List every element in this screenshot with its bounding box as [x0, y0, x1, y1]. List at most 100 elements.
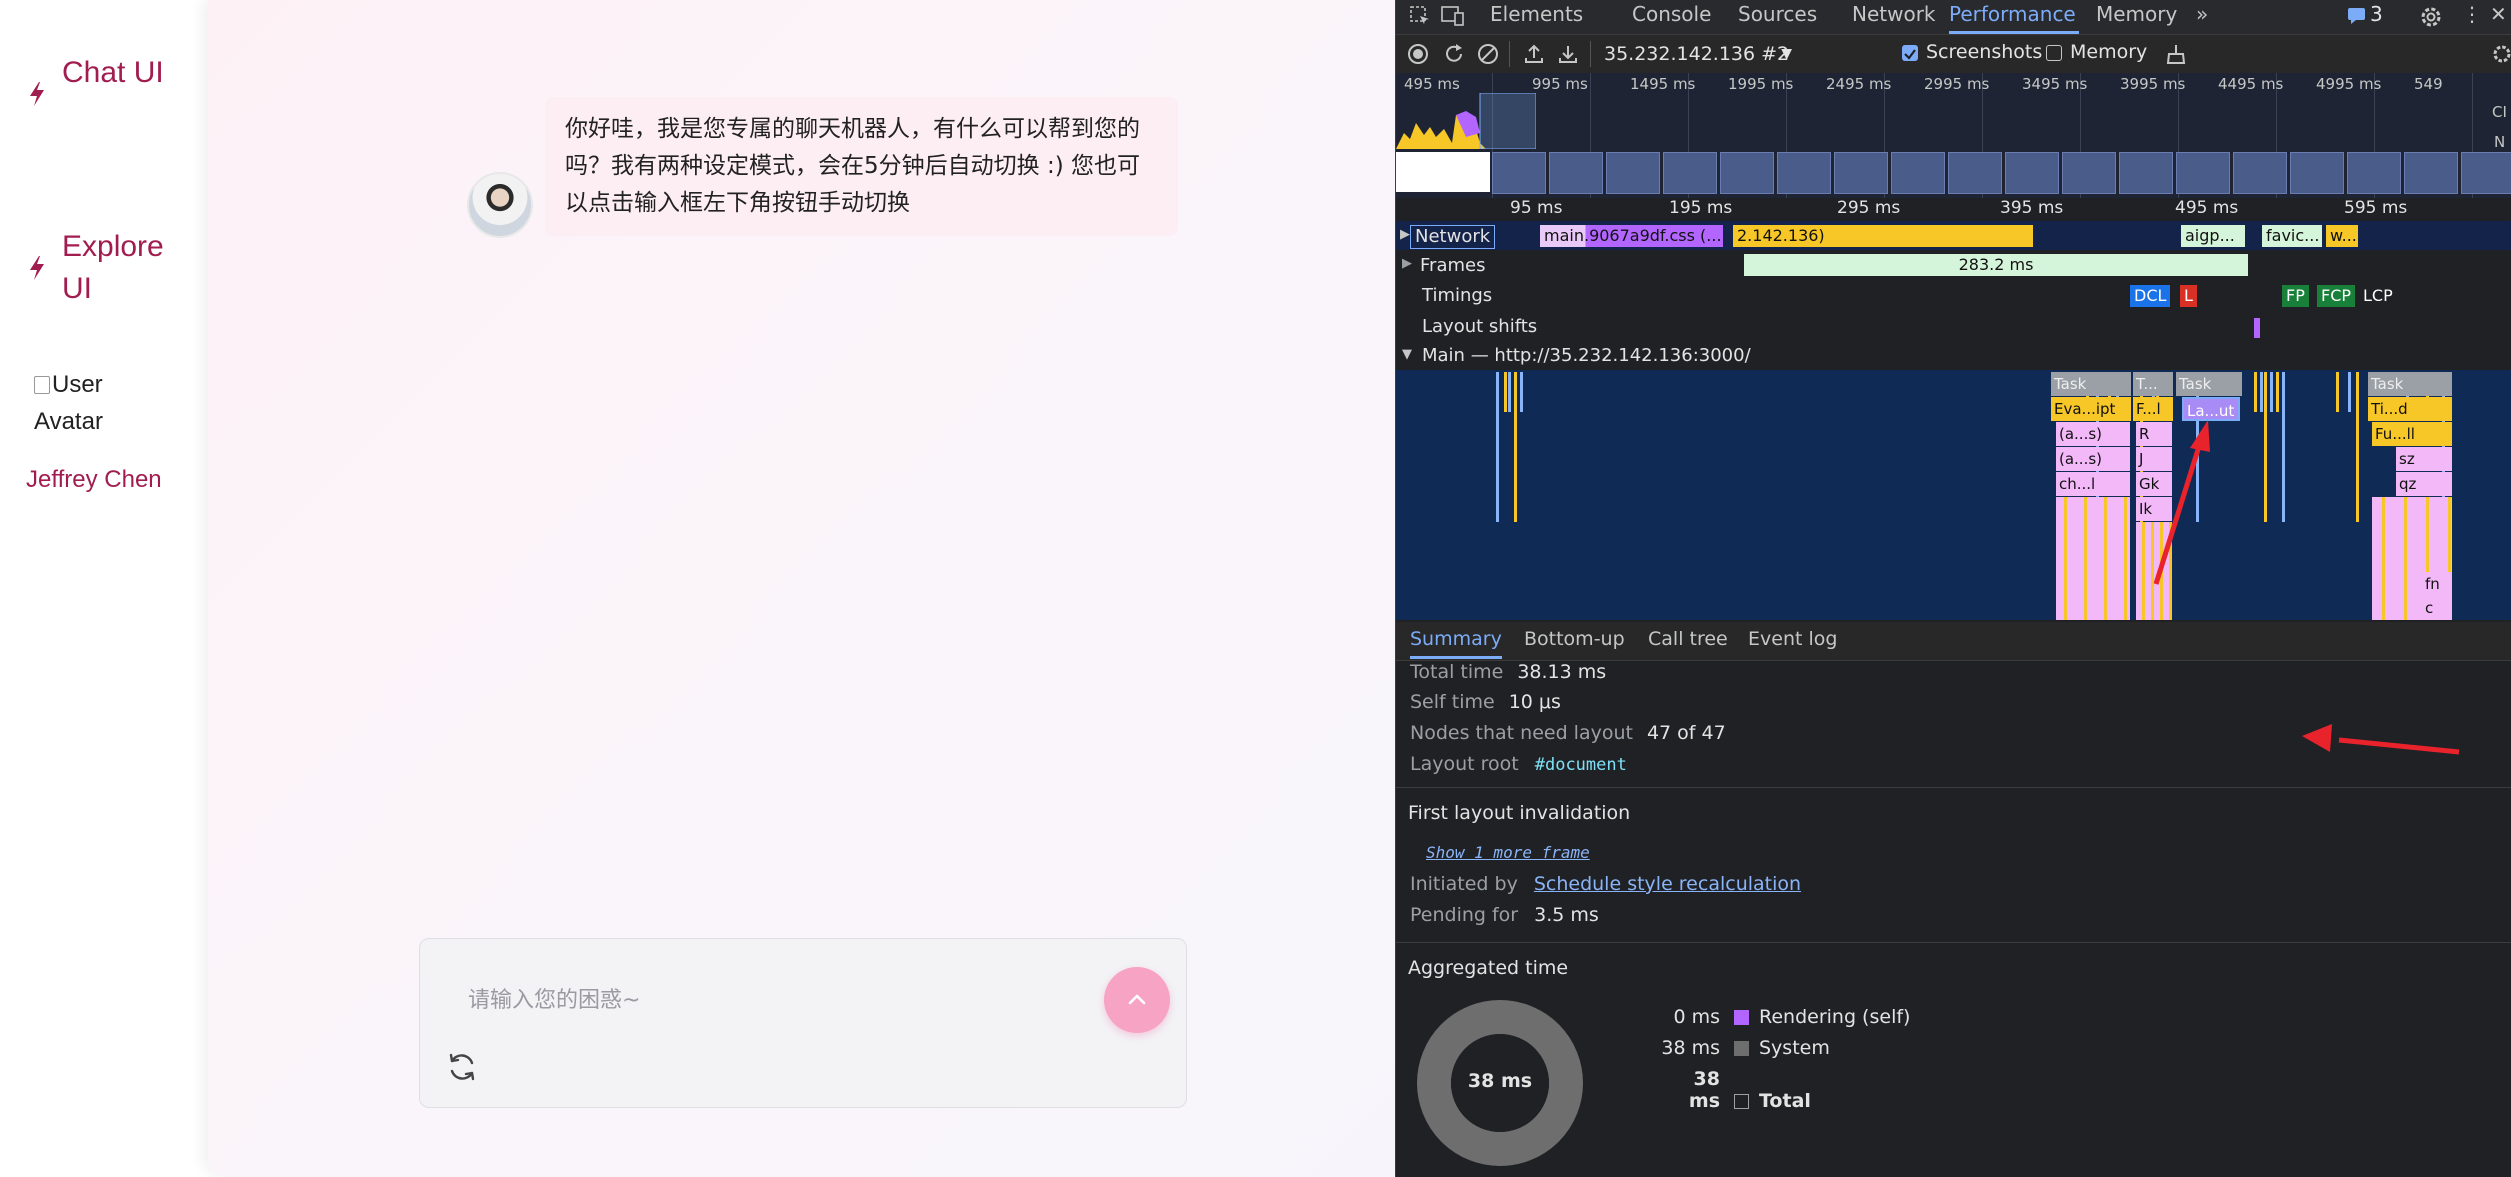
flame-block[interactable]: R: [2136, 422, 2172, 446]
network-track-label[interactable]: Network: [1410, 225, 1496, 249]
flame-block[interactable]: fn: [2422, 572, 2452, 596]
user-avatar[interactable]: User Avatar: [34, 366, 154, 440]
screenshot-thumbnail: [1948, 152, 2002, 194]
capture-settings-gear-icon[interactable]: [2490, 42, 2511, 66]
screenshot-thumbnail: [2119, 152, 2173, 194]
tab-memory[interactable]: Memory: [2096, 0, 2177, 34]
system-swatch: [1734, 1041, 1749, 1056]
memory-checkbox[interactable]: [2046, 45, 2062, 61]
sidebar-item-chat-ui[interactable]: Chat UI: [26, 52, 182, 114]
layout-block-selected[interactable]: La...ut: [2182, 397, 2240, 421]
fcp-marker[interactable]: FCP: [2317, 285, 2356, 307]
screenshot-thumbnail: [1891, 152, 1945, 194]
flame-block[interactable]: ch...l: [2056, 472, 2130, 496]
flame-block[interactable]: (a...s): [2056, 422, 2130, 446]
screenshot-thumbnail: [2404, 152, 2458, 194]
tab-network[interactable]: Network: [1852, 0, 1936, 34]
issues-icon[interactable]: [2347, 7, 2367, 25]
tab-bottom-up[interactable]: Bottom-up: [1524, 628, 1625, 656]
clear-icon[interactable]: [1476, 42, 1500, 66]
task-block[interactable]: Task: [2176, 372, 2242, 396]
layout-root-link[interactable]: #document: [1535, 755, 1627, 775]
tab-summary[interactable]: Summary: [1410, 628, 1502, 659]
close-icon[interactable]: ✕: [2490, 0, 2507, 34]
initiated-link[interactable]: Schedule style recalculation: [1534, 873, 1801, 895]
tab-console[interactable]: Console: [1632, 0, 1711, 34]
inspect-element-icon[interactable]: [1408, 4, 1432, 28]
download-icon[interactable]: [1556, 42, 1580, 66]
fp-marker[interactable]: FP: [2282, 285, 2309, 307]
broom-cleanup-icon[interactable]: [2164, 42, 2188, 66]
flame-block[interactable]: sz: [2396, 447, 2452, 471]
more-tabs-chevron-icon[interactable]: »: [2196, 0, 2208, 34]
frame-bar[interactable]: 283.2 ms: [1744, 254, 2248, 276]
refresh-icon[interactable]: [444, 1049, 480, 1085]
legend-value: 38 ms: [1688, 1068, 1720, 1112]
issues-count[interactable]: 3: [2370, 0, 2383, 34]
network-request-bar[interactable]: main.9067a9df.css (...: [1540, 225, 1723, 247]
upload-icon[interactable]: [1522, 42, 1546, 66]
toolbar-divider: [1509, 41, 1510, 67]
show-more-frames-link[interactable]: Show 1 more frame: [1426, 843, 1590, 862]
flame-block[interactable]: (a...s): [2056, 447, 2130, 471]
settings-gear-icon[interactable]: [2418, 4, 2444, 30]
activity-tick: [2260, 372, 2263, 412]
activity-tick: [2276, 372, 2279, 412]
record-icon[interactable]: [1406, 42, 1430, 66]
tab-call-tree[interactable]: Call tree: [1648, 628, 1728, 656]
screenshot-thumbnail: [1492, 152, 1546, 194]
flame-block[interactable]: Eva...ipt: [2051, 397, 2131, 421]
flame-stack[interactable]: [2136, 522, 2172, 620]
lcp-marker[interactable]: LCP: [2359, 285, 2397, 307]
main-track-header[interactable]: ▼ Main — http://35.232.142.136:3000/: [1396, 342, 2511, 371]
rendering-swatch: [1734, 1010, 1749, 1025]
network-request-bar[interactable]: 2.142.136): [1733, 225, 2033, 247]
annotation-arrowhead: [2302, 724, 2332, 752]
layout-shift-marker[interactable]: [2254, 318, 2260, 338]
recording-select[interactable]: 35.232.142.136 #2 ▼: [1604, 41, 1800, 67]
flame-block[interactable]: Gk: [2136, 472, 2172, 496]
expand-triangle-icon[interactable]: ▶: [1400, 227, 1410, 242]
task-block[interactable]: T...: [2133, 372, 2173, 396]
cpu-lane-label: CI: [2492, 103, 2507, 121]
frames-track[interactable]: ▶ Frames 283.2 ms: [1396, 250, 2511, 282]
flame-block[interactable]: Fu...ll: [2372, 422, 2452, 446]
overview-tick: 3495 ms: [2022, 75, 2088, 93]
network-request-bar[interactable]: aigp...: [2181, 225, 2245, 247]
flame-block[interactable]: J: [2136, 447, 2172, 471]
network-request-bar[interactable]: favic...: [2262, 225, 2322, 247]
device-toolbar-icon[interactable]: [1440, 4, 1466, 28]
tab-elements[interactable]: Elements: [1490, 0, 1583, 34]
layout-shifts-track-label: Layout shifts: [1422, 316, 1538, 337]
task-block[interactable]: Task: [2368, 372, 2452, 396]
flame-block[interactable]: Ik: [2136, 497, 2172, 521]
initiated-by-row: Initiated by Schedule style recalculation: [1410, 873, 1801, 895]
collapse-triangle-icon[interactable]: ▼: [1402, 347, 1412, 362]
flame-block[interactable]: c: [2422, 596, 2452, 620]
chat-input[interactable]: [466, 979, 1030, 1021]
screenshot-thumbnail: [1834, 152, 1888, 194]
dcl-marker[interactable]: DCL: [2130, 285, 2171, 307]
task-block[interactable]: Task: [2051, 372, 2131, 396]
tab-sources[interactable]: Sources: [1738, 0, 1817, 34]
user-name[interactable]: Jeffrey Chen: [26, 466, 162, 494]
send-button[interactable]: [1104, 967, 1170, 1033]
network-track[interactable]: ▶ Network main.9067a9df.css (... 2.142.1…: [1396, 221, 2511, 253]
flame-block[interactable]: Ti...d: [2368, 397, 2452, 421]
timeline-overview[interactable]: 495 ms 995 ms 1495 ms 1995 ms 2495 ms 2995 ms…: [1396, 73, 2511, 198]
more-options-icon[interactable]: ⋮: [2462, 0, 2482, 34]
load-marker[interactable]: L: [2180, 285, 2197, 307]
network-lane-label: N: [2494, 133, 2506, 151]
reload-record-icon[interactable]: [1442, 42, 1466, 66]
tab-event-log[interactable]: Event log: [1748, 628, 1837, 656]
network-request-bar[interactable]: w...: [2326, 225, 2358, 247]
screenshots-checkbox[interactable]: [1902, 45, 1918, 61]
screenshot-thumbnail: [2290, 152, 2344, 194]
expand-triangle-icon[interactable]: ▶: [1402, 256, 1412, 271]
flame-block[interactable]: F...l: [2133, 397, 2173, 421]
sidebar-item-explore-ui[interactable]: Explore UI: [26, 226, 182, 310]
tab-performance[interactable]: Performance: [1949, 0, 2079, 34]
flame-block[interactable]: qz: [2396, 472, 2452, 496]
flame-stack[interactable]: [2056, 497, 2130, 620]
main-thread-flame-chart[interactable]: Task Eva...ipt (a...s) (a...s) ch...l T.…: [1396, 370, 2511, 620]
